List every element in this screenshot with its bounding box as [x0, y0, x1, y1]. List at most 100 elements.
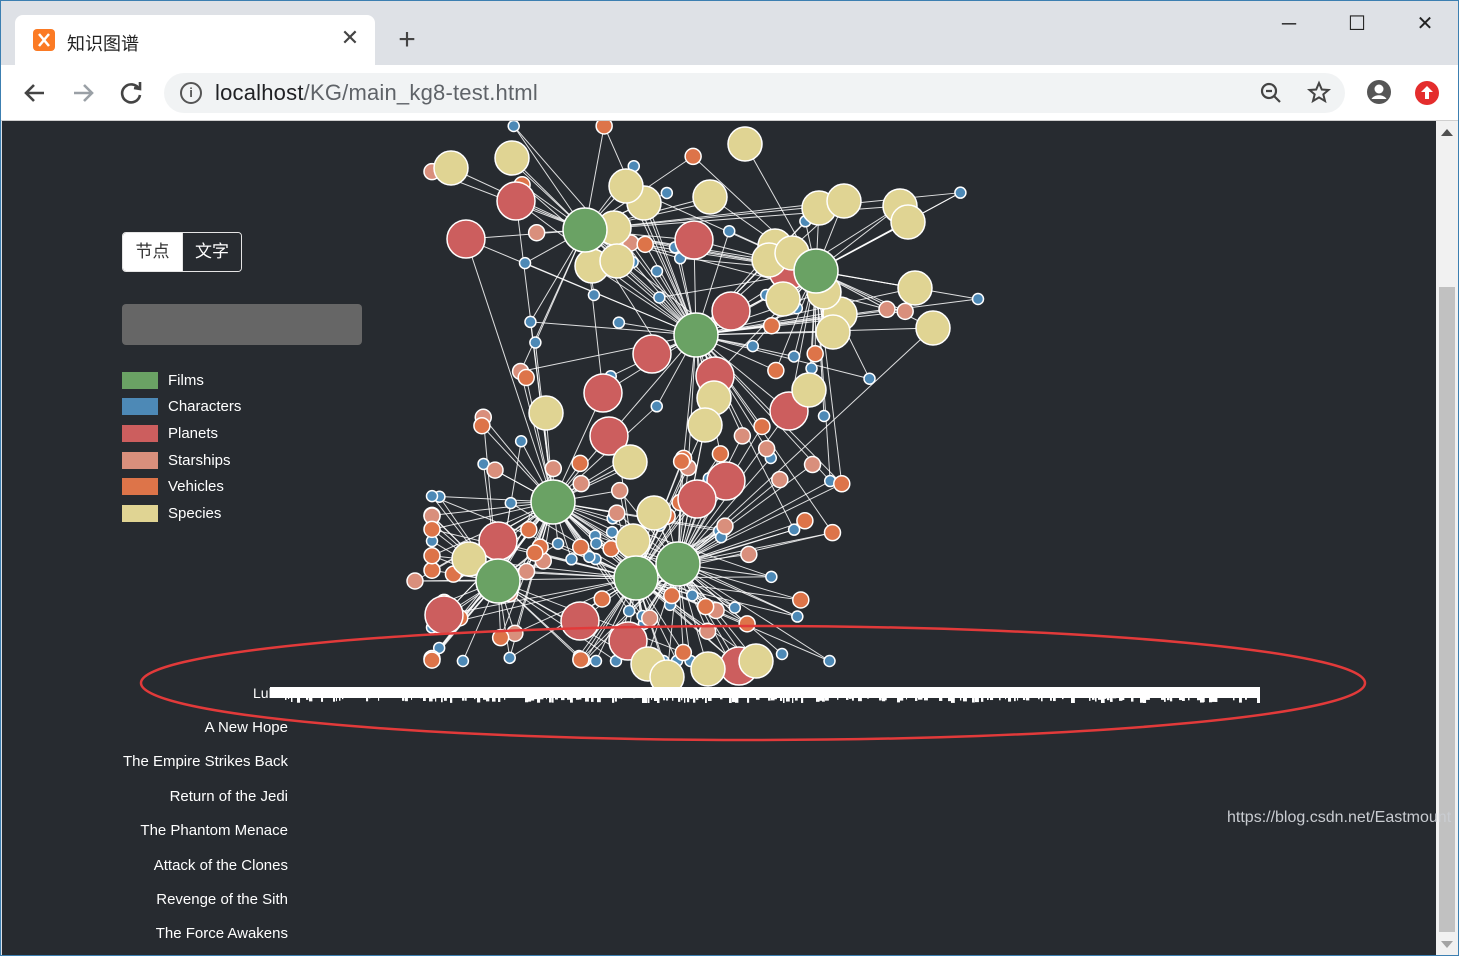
- vehicle-node[interactable]: [806, 345, 824, 363]
- starship-node[interactable]: [716, 517, 734, 535]
- starship-node[interactable]: [757, 439, 776, 458]
- species-node[interactable]: [433, 150, 469, 186]
- vehicle-node[interactable]: [767, 361, 785, 380]
- planet-node[interactable]: [496, 181, 536, 221]
- node-mode-button[interactable]: 节点: [123, 233, 182, 271]
- vehicle-node[interactable]: [711, 445, 730, 463]
- film-label[interactable]: The Force Awakens: [62, 917, 288, 951]
- vehicle-node[interactable]: [526, 544, 544, 562]
- character-node[interactable]: [524, 315, 537, 329]
- planet-node[interactable]: [677, 479, 717, 519]
- film-node[interactable]: [655, 541, 701, 587]
- tab-close-icon[interactable]: ✕: [337, 25, 363, 51]
- character-node[interactable]: [605, 525, 619, 539]
- character-node[interactable]: [805, 362, 818, 375]
- species-node[interactable]: [890, 204, 926, 240]
- back-arrow-icon[interactable]: [19, 77, 51, 109]
- planet-node[interactable]: [674, 220, 714, 260]
- starship-node[interactable]: [527, 223, 546, 242]
- species-node[interactable]: [528, 395, 564, 431]
- film-node[interactable]: [562, 207, 608, 253]
- character-node[interactable]: [650, 264, 664, 278]
- vehicle-node[interactable]: [423, 520, 441, 539]
- character-node[interactable]: [587, 288, 601, 302]
- vehicle-node[interactable]: [833, 475, 851, 493]
- scroll-thumb[interactable]: [1439, 287, 1455, 932]
- film-node[interactable]: [673, 312, 719, 358]
- character-node[interactable]: [551, 537, 565, 550]
- vehicle-node[interactable]: [473, 416, 491, 435]
- vehicle-node[interactable]: [423, 561, 441, 579]
- zoom-icon[interactable]: [1257, 79, 1285, 107]
- species-node[interactable]: [494, 140, 530, 176]
- character-node[interactable]: [612, 316, 626, 329]
- character-node[interactable]: [746, 339, 760, 353]
- film-node[interactable]: [613, 555, 659, 601]
- scroll-down-arrow-icon[interactable]: [1441, 941, 1453, 948]
- film-label[interactable]: The Phantom Menace: [62, 814, 288, 848]
- film-label[interactable]: Revenge of the Sith: [62, 883, 288, 917]
- character-node[interactable]: [622, 604, 636, 618]
- character-node[interactable]: [507, 121, 520, 133]
- starship-node[interactable]: [406, 572, 424, 590]
- forward-arrow-icon[interactable]: [67, 77, 99, 109]
- character-node[interactable]: [765, 570, 778, 584]
- planet-node[interactable]: [632, 334, 672, 374]
- character-node[interactable]: [787, 350, 801, 363]
- character-node[interactable]: [791, 610, 804, 623]
- starship-node[interactable]: [878, 300, 896, 319]
- vehicle-node[interactable]: [423, 546, 441, 565]
- starship-node[interactable]: [740, 545, 758, 564]
- browser-tab[interactable]: 知识图谱 ✕: [15, 15, 375, 65]
- character-node[interactable]: [514, 434, 528, 448]
- species-node[interactable]: [687, 407, 723, 443]
- planet-node[interactable]: [583, 373, 623, 413]
- starship-node[interactable]: [572, 474, 590, 493]
- character-node[interactable]: [518, 256, 532, 270]
- vehicle-node[interactable]: [696, 597, 715, 616]
- vehicle-node[interactable]: [636, 235, 654, 254]
- species-node[interactable]: [791, 372, 827, 408]
- character-node[interactable]: [650, 400, 664, 413]
- vehicle-node[interactable]: [520, 520, 538, 539]
- species-node[interactable]: [612, 444, 648, 480]
- film-label[interactable]: Return of the Jedi: [62, 780, 288, 814]
- vehicle-node[interactable]: [571, 454, 589, 473]
- vehicle-node[interactable]: [753, 417, 771, 436]
- planet-node[interactable]: [711, 291, 751, 331]
- species-node[interactable]: [915, 310, 951, 346]
- starship-node[interactable]: [771, 470, 789, 489]
- species-node[interactable]: [815, 314, 851, 350]
- starship-node[interactable]: [803, 455, 822, 474]
- starship-node[interactable]: [610, 481, 629, 500]
- starship-node[interactable]: [896, 302, 914, 321]
- character-node[interactable]: [504, 496, 518, 510]
- vehicle-node[interactable]: [762, 316, 781, 335]
- maximize-button[interactable]: ☐: [1337, 9, 1377, 41]
- view-mode-toggle[interactable]: 节点 文字: [122, 232, 242, 272]
- starship-node[interactable]: [517, 562, 536, 581]
- species-node[interactable]: [765, 281, 801, 317]
- vehicle-node[interactable]: [796, 512, 814, 530]
- species-node[interactable]: [826, 183, 862, 219]
- species-node[interactable]: [692, 179, 728, 215]
- film-node[interactable]: [530, 479, 576, 525]
- vehicle-node[interactable]: [593, 590, 611, 608]
- film-node[interactable]: [793, 248, 839, 294]
- character-node[interactable]: [653, 291, 666, 304]
- address-bar[interactable]: i localhost/KG/main_kg8-test.html: [164, 73, 1345, 113]
- species-node[interactable]: [599, 243, 635, 279]
- character-node[interactable]: [954, 186, 967, 199]
- planet-node[interactable]: [446, 219, 486, 259]
- character-node[interactable]: [565, 553, 578, 566]
- vehicle-node[interactable]: [517, 368, 535, 387]
- starship-node[interactable]: [608, 504, 626, 522]
- vehicle-node[interactable]: [823, 523, 842, 542]
- character-node[interactable]: [863, 372, 876, 385]
- vehicle-node[interactable]: [571, 538, 590, 556]
- scroll-up-arrow-icon[interactable]: [1441, 129, 1453, 136]
- character-node[interactable]: [590, 537, 603, 550]
- new-tab-button[interactable]: +: [391, 25, 423, 57]
- character-node[interactable]: [728, 601, 742, 614]
- character-node[interactable]: [817, 409, 831, 423]
